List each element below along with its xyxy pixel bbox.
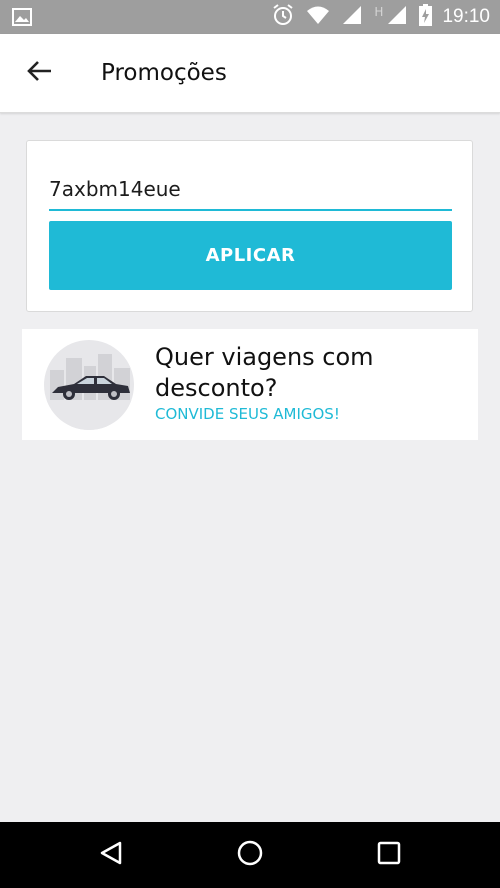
- promo-code-card: APLICAR: [26, 140, 473, 312]
- promo-code-input[interactable]: [49, 169, 452, 211]
- status-bar: H 19:10: [0, 0, 500, 34]
- home-circle-icon: [236, 839, 264, 871]
- network-type-label: H: [374, 5, 384, 19]
- invite-friends-link[interactable]: CONVIDE SEUS AMIGOS!: [155, 405, 340, 423]
- battery-charging-icon: [419, 4, 433, 30]
- invite-heading: Quer viagens com desconto?: [155, 343, 374, 402]
- invite-card[interactable]: Quer viagens com desconto? CONVIDE SEUS …: [22, 329, 478, 440]
- alarm-icon: [272, 4, 294, 30]
- app-bar: Promoções: [0, 34, 500, 113]
- page-title: Promoções: [101, 60, 227, 86]
- recents-square-icon: [376, 840, 402, 870]
- nav-recents-button[interactable]: [373, 839, 405, 871]
- apply-button[interactable]: APLICAR: [49, 221, 452, 290]
- back-triangle-icon: [98, 840, 124, 870]
- clock: 19:10: [442, 6, 490, 27]
- wifi-icon: [306, 5, 330, 29]
- signal-icon: [387, 5, 407, 29]
- nav-back-button[interactable]: [95, 839, 127, 871]
- signal-icon: [342, 5, 362, 29]
- image-icon: [12, 8, 32, 26]
- nav-home-button[interactable]: [234, 839, 266, 871]
- car-city-illustration: [44, 340, 134, 430]
- back-button[interactable]: [22, 57, 56, 89]
- navigation-bar: [0, 822, 500, 888]
- arrow-left-icon: [26, 60, 52, 86]
